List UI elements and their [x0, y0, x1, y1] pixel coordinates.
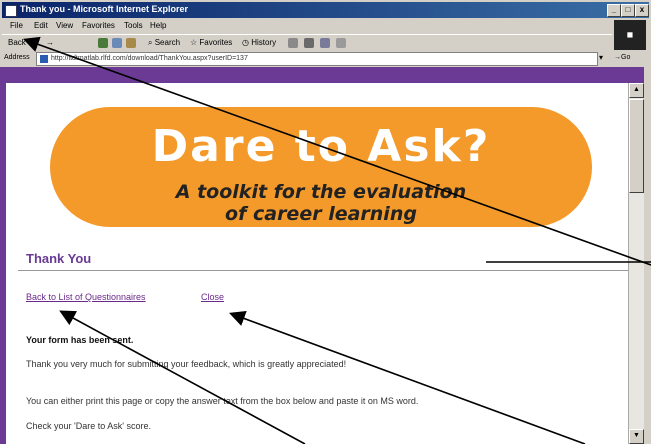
page-top-border [0, 67, 651, 83]
mail-icon[interactable] [288, 38, 298, 48]
address-url: http://ltdtmatlab.rlfd.com/download/Than… [51, 55, 248, 62]
scroll-up-icon[interactable]: ▲ [629, 83, 644, 98]
title-bar: Thank you - Microsoft Internet Explorer … [2, 2, 649, 18]
browser-window: Thank you - Microsoft Internet Explorer … [0, 0, 651, 444]
divider [18, 270, 628, 271]
history-button[interactable]: ◷ History [242, 38, 276, 47]
banner-logo: Dare to Ask? A toolkit for the evaluatio… [50, 107, 592, 227]
print-instructions-text: You can either print this page or copy t… [26, 396, 419, 406]
history-label: History [251, 38, 277, 47]
maximize-button[interactable]: □ [621, 4, 635, 17]
favorites-button[interactable]: ☆ Favorites [190, 38, 232, 47]
check-score-text: Check your 'Dare to Ask' score. [26, 421, 151, 431]
go-button[interactable]: →Go [614, 54, 630, 61]
standard-toolbar: Back → ⌕ Search ☆ Favorites ◷ History [2, 34, 612, 51]
windows-logo-icon: ◼ [614, 20, 646, 50]
page-title: Thank You [26, 251, 92, 266]
refresh-icon[interactable] [112, 38, 122, 48]
stop-icon[interactable] [98, 38, 108, 48]
menu-help[interactable]: Help [150, 21, 166, 30]
vertical-scrollbar[interactable]: ▲ ▼ [628, 83, 644, 444]
page-content: Dare to Ask? A toolkit for the evaluatio… [6, 83, 628, 444]
discuss-icon[interactable] [336, 38, 346, 48]
menu-bar: File Edit View Favorites Tools Help [2, 19, 612, 33]
edit-icon[interactable] [320, 38, 330, 48]
address-dropdown-icon[interactable]: ▾ [599, 53, 603, 62]
thank-you-text: Thank you very much for submitting your … [26, 359, 347, 369]
close-window-button[interactable]: x [635, 4, 649, 17]
menu-file[interactable]: File [10, 21, 23, 30]
address-input[interactable]: http://ltdtmatlab.rlfd.com/download/Than… [36, 52, 598, 66]
window-right-edge [644, 67, 651, 444]
close-link[interactable]: Close [201, 292, 224, 302]
minimize-button[interactable]: _ [607, 4, 621, 17]
address-label: Address [4, 54, 30, 61]
page-icon [40, 55, 48, 63]
menu-edit[interactable]: Edit [34, 21, 48, 30]
go-label: Go [621, 54, 631, 61]
address-bar: Address http://ltdtmatlab.rlfd.com/downl… [2, 51, 647, 66]
forward-button[interactable]: → [46, 38, 54, 47]
menu-view[interactable]: View [56, 21, 73, 30]
scroll-down-icon[interactable]: ▼ [629, 429, 644, 444]
form-sent-message: Your form has been sent. [26, 335, 134, 345]
search-button[interactable]: ⌕ Search [148, 38, 180, 48]
favorites-label: Favorites [199, 38, 233, 47]
banner-subtitle-line1: A toolkit for the evaluation [175, 181, 467, 203]
window-title: Thank you - Microsoft Internet Explorer [20, 4, 189, 14]
back-button[interactable]: Back [8, 38, 26, 47]
banner-subtitle-line2: of career learning [225, 203, 417, 225]
ie-icon [5, 5, 17, 17]
menu-favorites[interactable]: Favorites [82, 21, 115, 30]
home-icon[interactable] [126, 38, 136, 48]
banner-title: Dare to Ask? [151, 121, 491, 172]
back-to-list-link[interactable]: Back to List of Questionnaires [26, 292, 146, 302]
scroll-thumb[interactable] [629, 99, 644, 193]
menu-tools[interactable]: Tools [124, 21, 143, 30]
print-icon[interactable] [304, 38, 314, 48]
search-label: Search [154, 38, 181, 47]
